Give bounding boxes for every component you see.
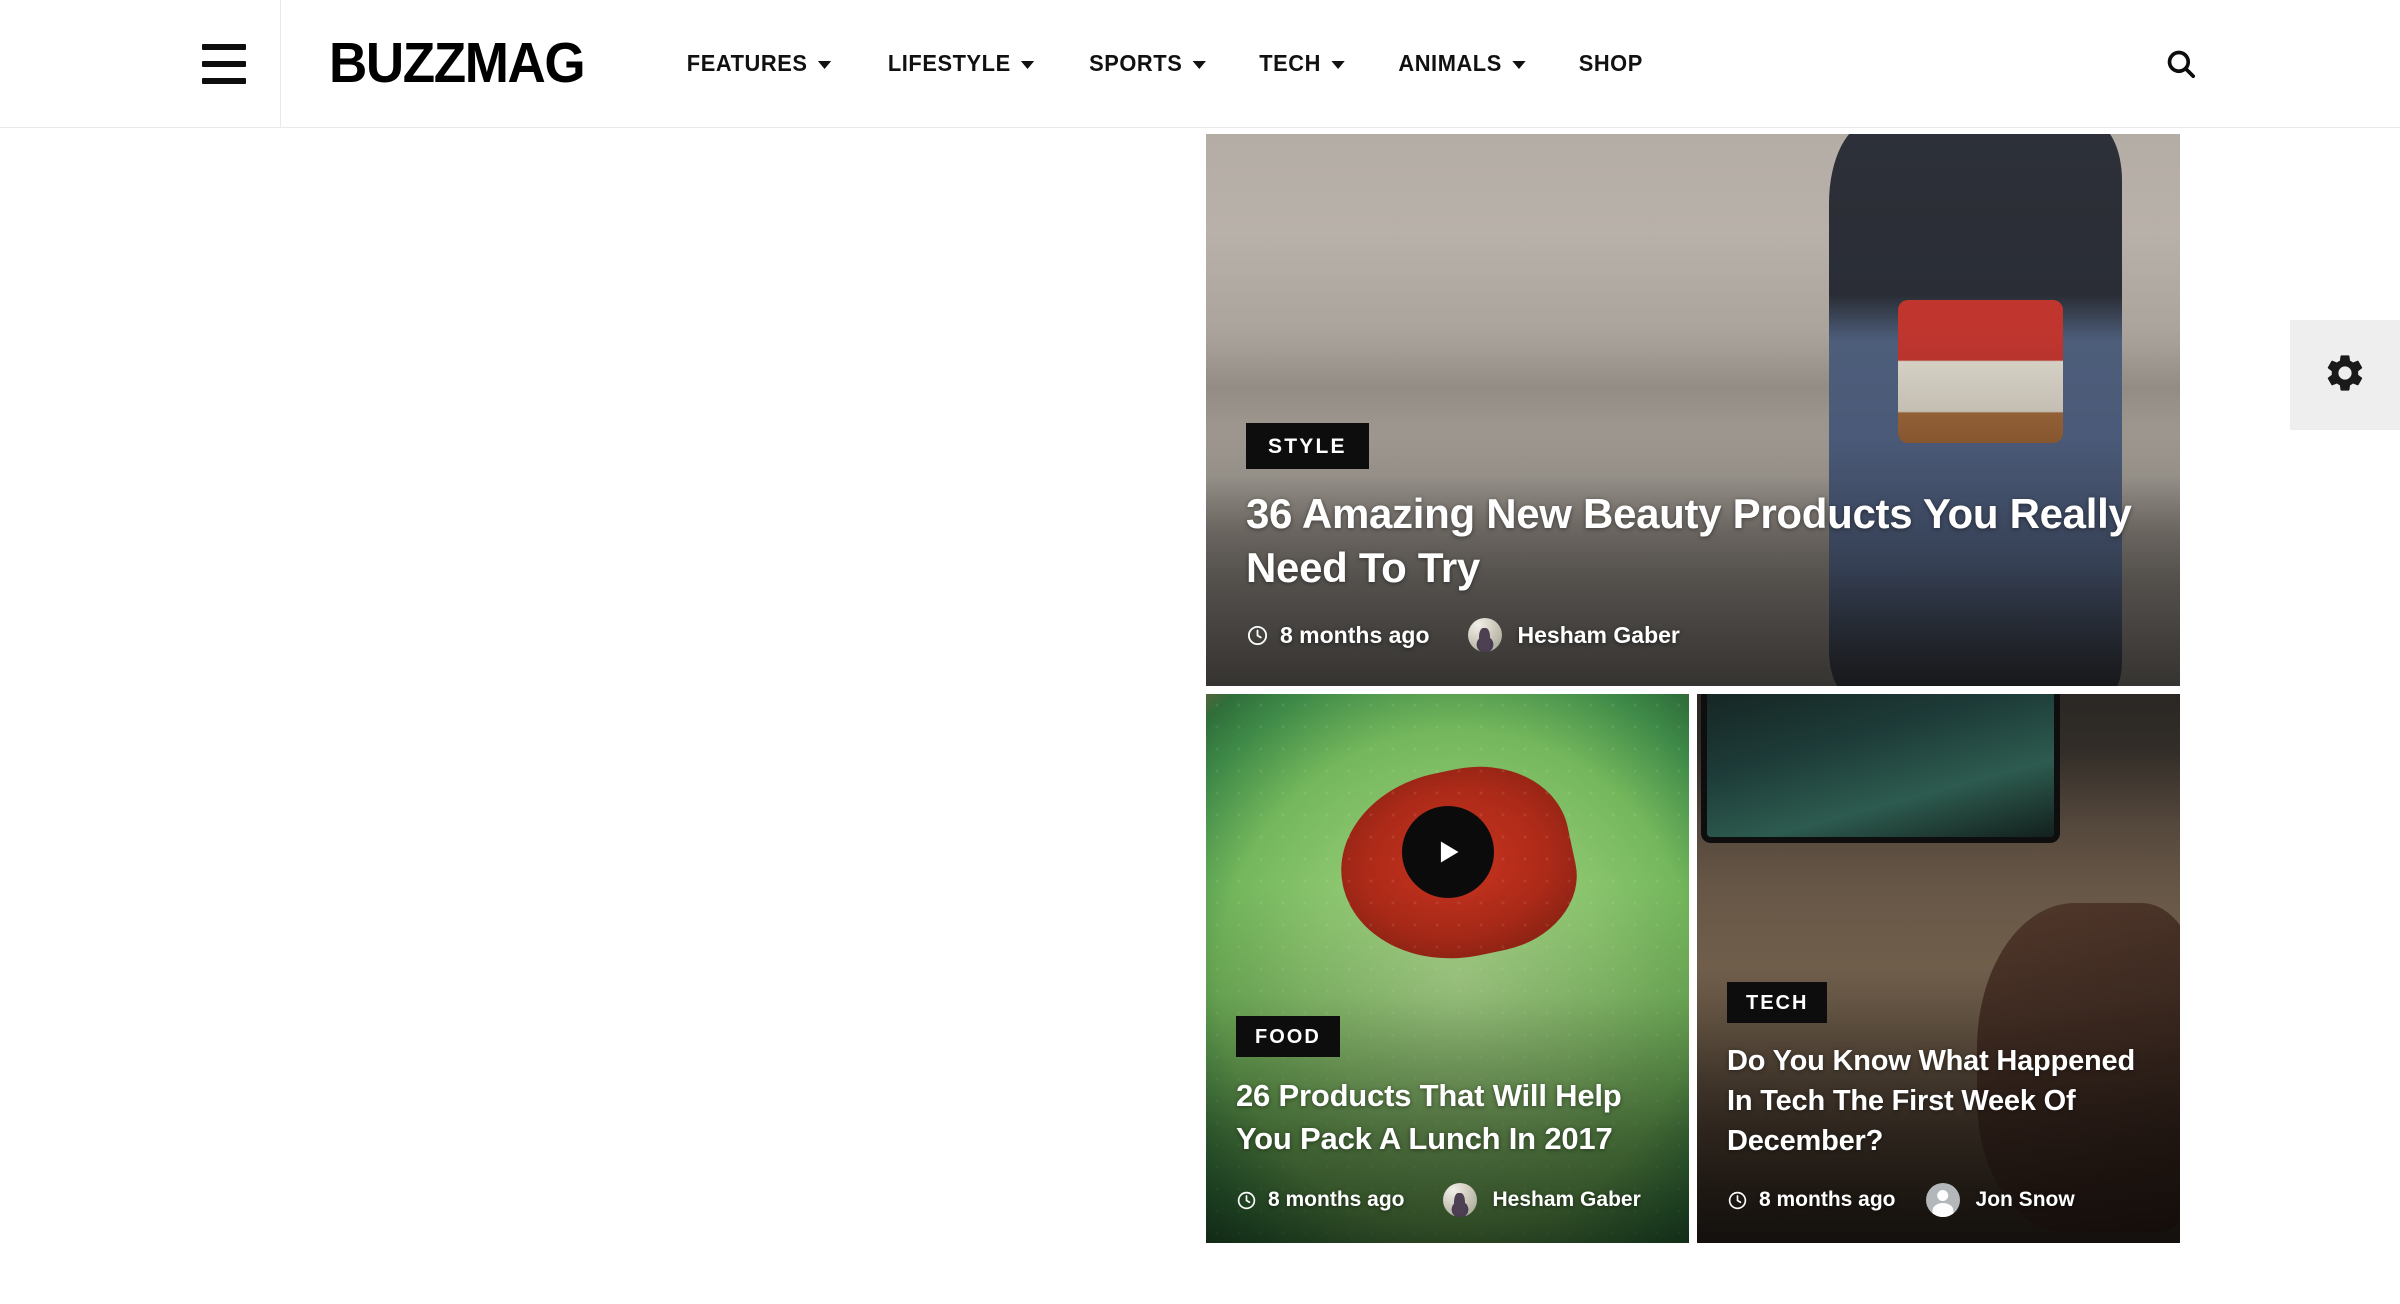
- author-name[interactable]: Hesham Gaber: [1493, 1188, 1641, 1212]
- nav-item-sports[interactable]: SPORTS: [1066, 50, 1229, 77]
- avatar: [1442, 1183, 1477, 1217]
- chevron-down-icon: [1020, 61, 1035, 69]
- featured-card-tech[interactable]: TECH Do You Know What Happened In Tech T…: [1697, 694, 2180, 1243]
- clock-icon: [1246, 624, 1269, 647]
- hamburger-bar: [202, 60, 246, 67]
- nav-label: SHOP: [1578, 50, 1643, 76]
- featured-card-food[interactable]: FOOD 26 Products That Will Help You Pack…: [1206, 694, 1689, 1243]
- author-name[interactable]: Hesham Gaber: [1518, 622, 1680, 649]
- chevron-down-icon: [1331, 61, 1345, 69]
- featured-bottom-row: FOOD 26 Products That Will Help You Pack…: [1206, 694, 2180, 1243]
- tech-card-content: TECH Do You Know What Happened In Tech T…: [1697, 981, 2180, 1243]
- clock-icon: [1236, 1190, 1257, 1211]
- publish-time: 8 months ago: [1268, 1188, 1405, 1211]
- clock-icon: [1727, 1190, 1748, 1211]
- nav-label: TECH: [1259, 50, 1322, 76]
- chevron-down-icon: [1512, 61, 1526, 69]
- article-meta: 8 months ago Hesham Gaber: [1236, 1183, 1659, 1217]
- article-meta: 8 months ago Hesham Gaber: [1246, 618, 2140, 652]
- header-divider: [280, 0, 281, 128]
- featured-left-column: SPORTS This Soccer Player Is Having A Te…: [224, 134, 1198, 1243]
- chevron-down-icon: [1192, 61, 1206, 69]
- settings-widget[interactable]: [2290, 320, 2400, 430]
- nav-label: ANIMALS: [1398, 50, 1502, 76]
- chevron-down-icon: [818, 61, 832, 69]
- hamburger-bar: [202, 77, 246, 84]
- nav-item-animals[interactable]: ANIMALS: [1376, 50, 1549, 77]
- nav-label: FEATURES: [687, 50, 808, 76]
- featured-grid: SPORTS This Soccer Player Is Having A Te…: [224, 134, 2180, 1243]
- avatar: [1467, 618, 1502, 652]
- publish-time: 8 months ago: [1759, 1188, 1896, 1211]
- featured-right-column: STYLE 36 Amazing New Beauty Products You…: [1206, 134, 2180, 1243]
- category-badge[interactable]: FOOD: [1236, 1016, 1340, 1058]
- article-title[interactable]: 36 Amazing New Beauty Products You Reall…: [1246, 487, 2140, 596]
- site-header: BUZZMAG FEATURES LIFESTYLE SPORTS TECH A…: [0, 0, 2400, 128]
- author-name[interactable]: Jon Snow: [1976, 1188, 2075, 1212]
- site-logo[interactable]: BUZZMAG: [329, 35, 586, 92]
- avatar: [1925, 1183, 1960, 1217]
- category-badge[interactable]: TECH: [1727, 981, 1828, 1023]
- nav-item-features[interactable]: FEATURES: [664, 50, 854, 77]
- play-icon[interactable]: [1401, 806, 1494, 898]
- style-card-content: STYLE 36 Amazing New Beauty Products You…: [1206, 422, 2180, 686]
- food-card-content: FOOD 26 Products That Will Help You Pack…: [1206, 1016, 1689, 1243]
- nav-label: LIFESTYLE: [887, 50, 1011, 76]
- nav-item-lifestyle[interactable]: LIFESTYLE: [865, 50, 1057, 77]
- primary-navigation: FEATURES LIFESTYLE SPORTS TECH ANIMALS S…: [659, 50, 1668, 77]
- nav-item-shop[interactable]: SHOP: [1556, 50, 1666, 77]
- hamburger-menu-icon[interactable]: [202, 0, 280, 128]
- article-meta: 8 months ago Jon Snow: [1727, 1183, 2150, 1217]
- search-icon[interactable]: [2157, 40, 2205, 88]
- nav-item-tech[interactable]: TECH: [1236, 50, 1367, 77]
- featured-card-style[interactable]: STYLE 36 Amazing New Beauty Products You…: [1206, 134, 2180, 686]
- article-title[interactable]: 26 Products That Will Help You Pack A Lu…: [1236, 1075, 1659, 1161]
- nav-label: SPORTS: [1088, 50, 1183, 76]
- article-title[interactable]: Do You Know What Happened In Tech The Fi…: [1727, 1041, 2150, 1161]
- gear-icon: [2323, 351, 2367, 400]
- category-badge[interactable]: STYLE: [1246, 422, 1369, 469]
- publish-time: 8 months ago: [1280, 621, 1430, 648]
- hamburger-bar: [202, 43, 246, 50]
